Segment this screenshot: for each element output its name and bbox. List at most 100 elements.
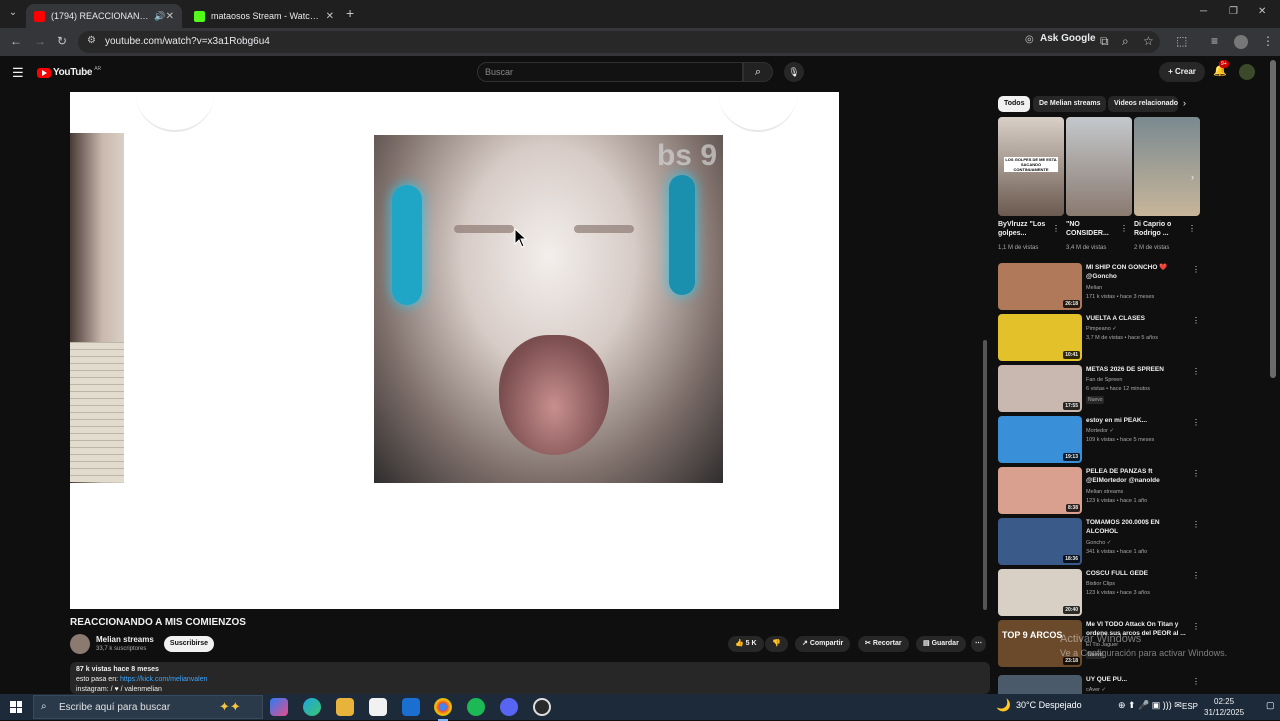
edge-icon[interactable] bbox=[303, 698, 321, 716]
video-channel[interactable]: Mortedor ✓ bbox=[1086, 428, 1114, 434]
spotify-icon[interactable] bbox=[467, 698, 485, 716]
more-icon[interactable]: ⋮ bbox=[1192, 677, 1198, 686]
list-item[interactable]: 10:41 VUELTA A CLASES Pimpeano ✓ 3,7 M d… bbox=[998, 314, 1200, 361]
more-icon[interactable]: ⋮ bbox=[1192, 418, 1200, 427]
list-item[interactable]: 17:55 METAS 2026 DE SPREEN Fan de Spreen… bbox=[998, 365, 1200, 412]
video-thumbnail[interactable]: 10:41 bbox=[998, 314, 1082, 361]
chip-todos[interactable]: Todos bbox=[998, 96, 1031, 112]
short-thumbnail[interactable] bbox=[1134, 117, 1200, 216]
more-icon[interactable]: ⋮ bbox=[1192, 571, 1200, 580]
list-item[interactable]: 26:18 MI SHIP CON GONCHO ❤️ @Goncho Meli… bbox=[998, 263, 1200, 310]
hamburger-menu-icon[interactable]: ☰ bbox=[12, 65, 24, 81]
video-thumbnail[interactable]: 17:55 bbox=[998, 365, 1082, 412]
moon-weather-icon[interactable]: 🌙 bbox=[996, 698, 1011, 712]
zoom-icon[interactable]: ⌕ bbox=[1122, 34, 1129, 49]
video-title[interactable]: PELEA DE PANZAS ft @ElMortedor @nanolde bbox=[1086, 467, 1186, 485]
chip-related[interactable]: Videos relacionados bbox=[1108, 96, 1178, 112]
video-title[interactable]: UY QUE PU... bbox=[1086, 675, 1186, 684]
short-more-icon[interactable]: ⋮ bbox=[1052, 224, 1060, 233]
maximize-button[interactable]: ❐ bbox=[1229, 6, 1238, 17]
tab-kick[interactable]: mataosos Stream - Watch Live on Kick ✕ bbox=[186, 4, 342, 28]
voice-search-button[interactable]: 🎙 bbox=[784, 62, 804, 82]
video-title[interactable]: TOMAMOS 200.000$ EN ALCOHOL bbox=[1086, 518, 1186, 536]
video-thumbnail[interactable]: 18:36 bbox=[998, 518, 1082, 565]
video-channel[interactable]: Goncho ✓ bbox=[1086, 540, 1111, 546]
install-app-icon[interactable]: ⧉ bbox=[1100, 34, 1109, 49]
tray-icons[interactable]: ⊕ ⬆ 🎤 ▣ ))) ✉ bbox=[1118, 700, 1182, 711]
video-thumbnail[interactable]: 20:40 bbox=[998, 569, 1082, 616]
minimize-button[interactable]: ─ bbox=[1200, 6, 1207, 17]
clip-button[interactable]: ✂ Recortar bbox=[858, 636, 909, 652]
description-box[interactable]: 87 k vistas hace 8 meses esto pasa en: h… bbox=[70, 662, 990, 694]
more-icon[interactable]: ⋮ bbox=[1192, 265, 1200, 274]
more-icon[interactable]: ⋮ bbox=[1192, 367, 1200, 376]
more-icon[interactable]: ⋮ bbox=[1192, 520, 1200, 529]
video-title[interactable]: METAS 2026 DE SPREEN bbox=[1086, 365, 1186, 374]
video-channel[interactable]: Melian streams bbox=[1086, 489, 1123, 495]
video-player[interactable]: bs 9 bbox=[70, 92, 839, 609]
video-title[interactable]: COSCU FULL GEDE bbox=[1086, 569, 1186, 578]
more-icon[interactable]: ⋮ bbox=[1192, 622, 1200, 631]
store-icon[interactable] bbox=[369, 698, 387, 716]
browser-menu-icon[interactable]: ⋮ bbox=[1262, 34, 1274, 48]
taskbar-clock[interactable]: 02:25 31/12/2025 bbox=[1204, 696, 1244, 718]
channel-avatar[interactable] bbox=[70, 634, 90, 654]
short-more-icon[interactable]: ⋮ bbox=[1188, 224, 1196, 233]
tab-search-dropdown-icon[interactable]: ⌄ bbox=[6, 6, 20, 20]
video-channel[interactable]: Bistior Clips bbox=[1086, 581, 1115, 587]
tab-youtube[interactable]: (1794) REACCIONANDO A MIS COMIENZOS - Yo… bbox=[26, 4, 182, 28]
reload-icon[interactable]: ↻ bbox=[57, 34, 67, 48]
close-window-button[interactable]: ✕ bbox=[1258, 6, 1266, 17]
share-button[interactable]: ↗ Compartir bbox=[795, 636, 851, 652]
video-thumbnail[interactable]: 26:18 bbox=[998, 263, 1082, 310]
short-thumbnail[interactable]: LOS GOLPES DE ME ESTA SACANDO CONTINUAME… bbox=[998, 117, 1064, 216]
back-icon[interactable]: ← bbox=[10, 34, 22, 48]
dislike-button[interactable]: 👎 bbox=[765, 636, 788, 652]
notifications-icon[interactable]: ▢ bbox=[1266, 700, 1275, 711]
youtube-logo[interactable]: YouTube AR bbox=[37, 66, 101, 78]
new-tab-button[interactable]: + bbox=[346, 5, 354, 21]
profile-avatar[interactable] bbox=[1234, 35, 1248, 49]
search-button[interactable]: ⌕ bbox=[743, 62, 773, 82]
tab-close-icon[interactable]: ✕ bbox=[166, 11, 174, 22]
shorts-next-icon[interactable]: › bbox=[1191, 172, 1194, 182]
video-title[interactable]: VUELTA A CLASES bbox=[1086, 314, 1186, 323]
page-scrollbar[interactable] bbox=[1270, 60, 1276, 378]
list-item[interactable]: 20:40 COSCU FULL GEDE Bistior Clips 123 … bbox=[998, 569, 1200, 616]
save-button[interactable]: ▤ Guardar bbox=[916, 636, 966, 652]
list-item[interactable]: 8:38 PELEA DE PANZAS ft @ElMortedor @nan… bbox=[998, 467, 1200, 514]
chrome-icon[interactable] bbox=[434, 698, 452, 721]
list-item[interactable]: UY QUE PU... cAver ✓ ⋮ bbox=[998, 675, 1198, 694]
short-title[interactable]: Di Caprio o Rodrigo ... bbox=[1134, 220, 1186, 238]
short-thumbnail[interactable] bbox=[1066, 117, 1132, 216]
speaker-icon[interactable]: 🔊 bbox=[154, 11, 165, 22]
media-control-icon[interactable]: ≡ bbox=[1211, 34, 1218, 48]
google-lens-icon[interactable]: ◎ bbox=[1025, 34, 1034, 45]
video-title[interactable]: MI SHIP CON GONCHO ❤️ @Goncho bbox=[1086, 263, 1186, 281]
copilot-icon[interactable] bbox=[270, 698, 288, 716]
sidebar-scrollbar[interactable] bbox=[983, 340, 987, 610]
taskbar-search-input[interactable]: ⌕ Escribe aquí para buscar ✦✦ bbox=[33, 695, 263, 719]
video-thumbnail[interactable]: 8:38 bbox=[998, 467, 1082, 514]
like-button[interactable]: 👍 5 K bbox=[728, 636, 764, 652]
discord-icon[interactable] bbox=[500, 698, 518, 716]
address-bar[interactable]: ⚙ youtube.com/watch?v=x3a1Robg6u4 bbox=[78, 31, 1160, 53]
file-explorer-icon[interactable] bbox=[336, 698, 354, 716]
short-more-icon[interactable]: ⋮ bbox=[1120, 224, 1128, 233]
short-title[interactable]: ByVlruzz "Los golpes... bbox=[998, 220, 1050, 238]
mail-icon[interactable] bbox=[402, 698, 420, 716]
chip-channel[interactable]: De Melian streams bbox=[1033, 96, 1107, 112]
forward-icon[interactable]: → bbox=[34, 34, 46, 48]
description-link[interactable]: https://kick.com/melianvalen bbox=[120, 676, 208, 683]
create-button[interactable]: + Crear bbox=[1159, 62, 1205, 82]
tab-close-icon[interactable]: ✕ bbox=[326, 11, 334, 22]
more-icon[interactable]: ⋮ bbox=[1192, 469, 1200, 478]
short-title[interactable]: "NO CONSIDER... bbox=[1066, 220, 1118, 238]
subscribe-button[interactable]: Suscribirse bbox=[164, 636, 214, 652]
ask-google-button[interactable]: Ask Google bbox=[1040, 33, 1096, 44]
list-item[interactable]: 18:36 TOMAMOS 200.000$ EN ALCOHOL Goncho… bbox=[998, 518, 1200, 565]
more-icon[interactable]: ⋮ bbox=[1192, 316, 1200, 325]
video-channel[interactable]: Pimpeano ✓ bbox=[1086, 326, 1117, 332]
extensions-icon[interactable]: ⬚ bbox=[1176, 34, 1187, 48]
account-avatar[interactable] bbox=[1239, 64, 1255, 80]
